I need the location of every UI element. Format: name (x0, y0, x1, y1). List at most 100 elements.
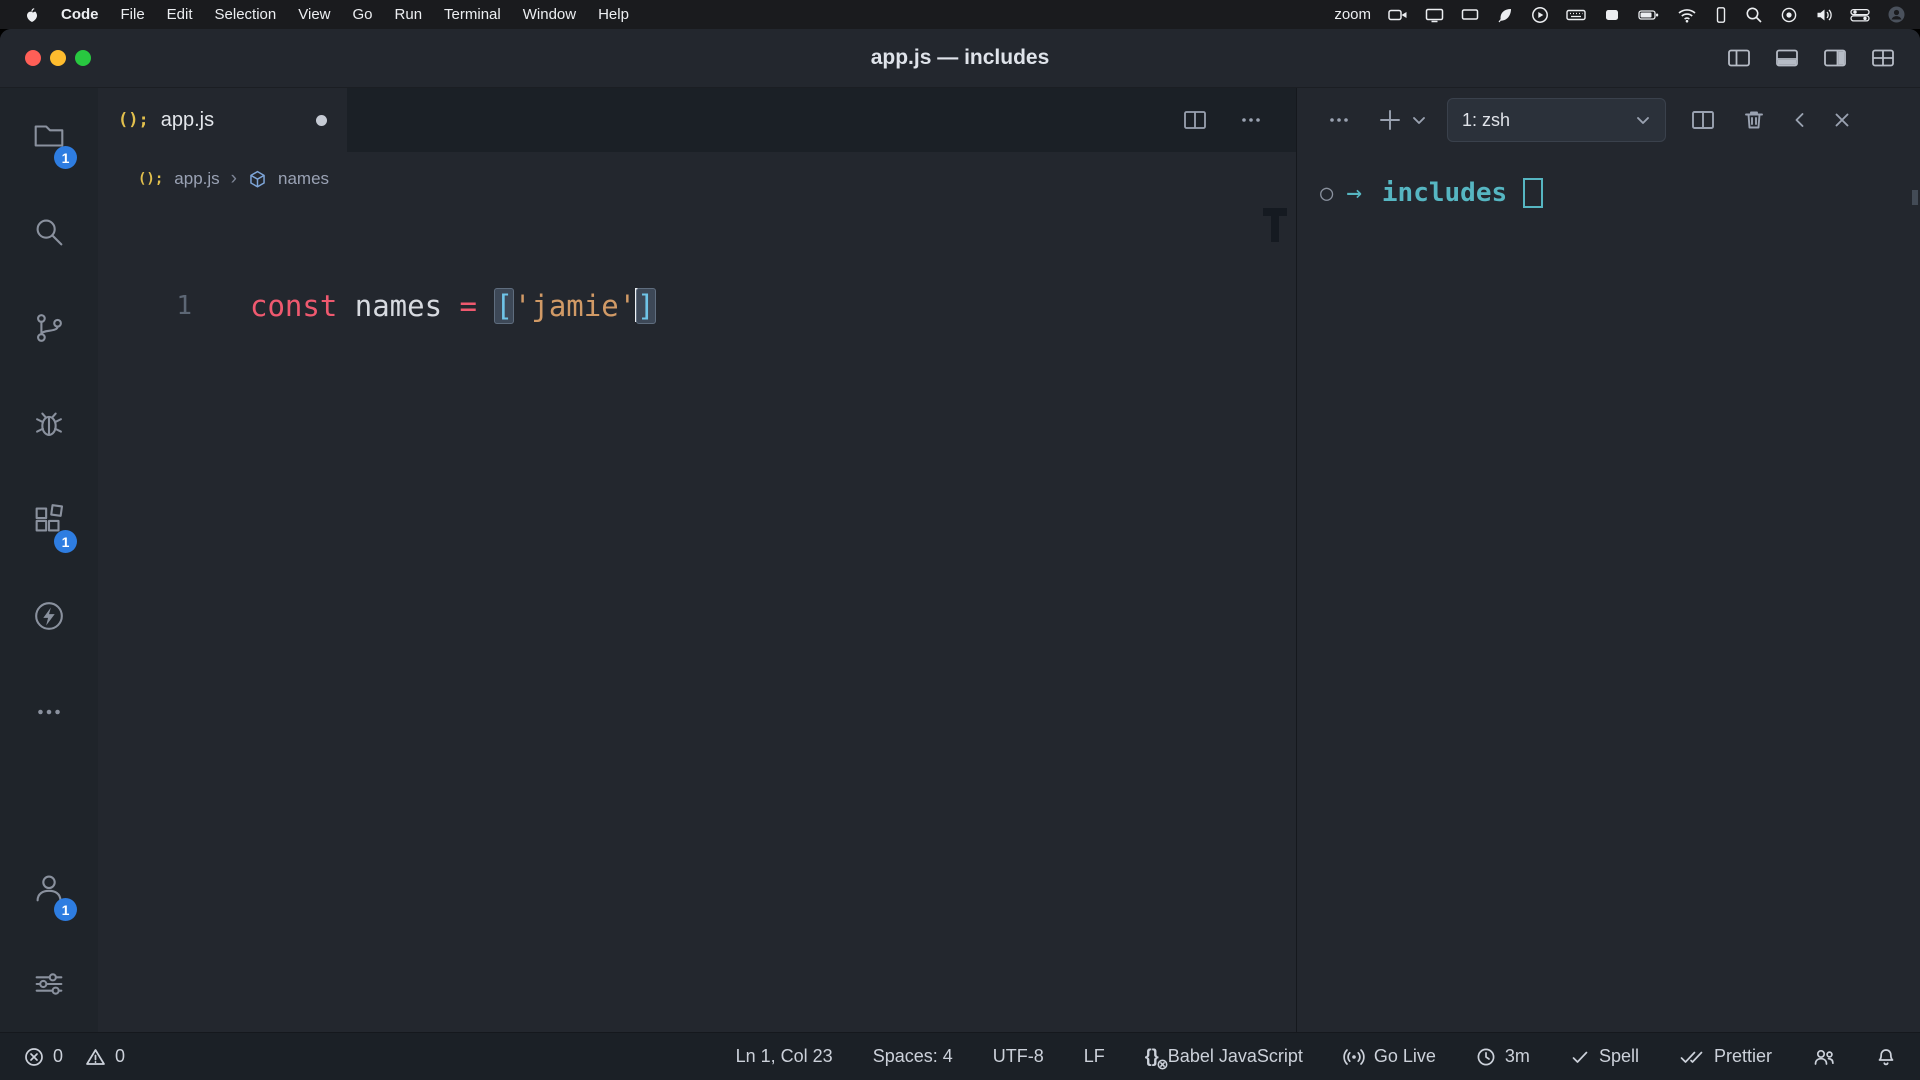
encoding[interactable]: UTF-8 (993, 1046, 1044, 1067)
menu-window[interactable]: Window (512, 6, 587, 23)
zoom-menu-label[interactable]: zoom (1334, 6, 1371, 23)
eol-sequence[interactable]: LF (1084, 1046, 1105, 1067)
activity-settings[interactable] (0, 936, 98, 1032)
code-editor[interactable]: 1 const names = ['jamie'] (98, 206, 1296, 1032)
video-camera-icon[interactable] (1388, 6, 1408, 24)
breadcrumb-file[interactable]: app.js (174, 169, 219, 189)
control-center-icon[interactable] (1850, 6, 1870, 24)
problems-status[interactable]: 0 0 (24, 1046, 125, 1067)
activity-accounts[interactable]: 1 (0, 840, 98, 936)
zoom-window-button[interactable] (75, 50, 91, 66)
display-mirror-icon[interactable] (1425, 6, 1444, 24)
search-icon[interactable] (1745, 6, 1763, 24)
lightning-icon (30, 597, 68, 635)
activity-bar: 1 1 1 (0, 88, 98, 1032)
tab-app-js[interactable]: (); app.js (98, 88, 347, 152)
token-variable: names (355, 289, 460, 323)
split-terminal-icon[interactable] (1690, 108, 1716, 132)
menubar-left: Code File Edit Selection View Go Run Ter… (14, 6, 640, 23)
toggle-panel-icon[interactable] (1774, 46, 1800, 70)
javascript-file-icon: (); (118, 110, 149, 130)
tv-icon[interactable] (1461, 6, 1479, 24)
menu-run[interactable]: Run (384, 6, 434, 23)
spell-checker[interactable]: Spell (1570, 1046, 1639, 1067)
explorer-badge: 1 (54, 146, 77, 169)
go-live-button[interactable]: Go Live (1343, 1046, 1436, 1067)
window-title: app.js — includes (0, 46, 1920, 70)
apple-menu-icon[interactable] (14, 7, 50, 23)
language-mode[interactable]: {} Babel JavaScript (1145, 1046, 1303, 1067)
terminal-prompt-line: ○ → includes (1320, 178, 1920, 208)
screen-record-icon[interactable] (1780, 6, 1798, 24)
terminal-shell-select[interactable]: 1: zsh (1447, 98, 1666, 142)
terminal-more-actions-icon[interactable] (1327, 108, 1351, 132)
chevron-down-icon (1635, 112, 1651, 128)
leaf-icon[interactable] (1496, 6, 1514, 24)
terminal-panel: 1: zsh ○ → includes (1296, 88, 1920, 1032)
activity-more[interactable] (0, 664, 98, 760)
activity-run-debug[interactable] (0, 376, 98, 472)
terminal-scrollbar[interactable] (1912, 190, 1918, 205)
menu-help[interactable]: Help (587, 6, 640, 23)
editor-tabbar: (); app.js (98, 88, 1296, 152)
notifications-bell-icon[interactable] (1876, 1047, 1896, 1067)
minimap[interactable] (1262, 208, 1288, 242)
window-titlebar[interactable]: app.js — includes (0, 29, 1920, 88)
cursor-position[interactable]: Ln 1, Col 23 (736, 1046, 833, 1067)
stage-manager-icon[interactable] (1603, 6, 1621, 24)
accounts-people-icon[interactable] (1812, 1047, 1836, 1067)
ellipsis-icon (30, 693, 68, 731)
timer-item[interactable]: 3m (1476, 1046, 1530, 1067)
play-circle-icon[interactable] (1531, 6, 1549, 24)
terminal-content[interactable]: ○ → includes (1297, 152, 1920, 1032)
vscode-window: app.js — includes 1 1 (0, 29, 1920, 1080)
check-icon (1570, 1047, 1590, 1067)
breadcrumb: (); app.js › names (98, 152, 1296, 206)
activity-explorer[interactable]: 1 (0, 88, 98, 184)
menu-file[interactable]: File (110, 6, 156, 23)
wifi-icon[interactable] (1677, 6, 1697, 24)
new-terminal-dropdown-icon[interactable] (1411, 112, 1427, 128)
go-live-label: Go Live (1374, 1046, 1436, 1067)
shell-select-value: 1: zsh (1462, 110, 1510, 131)
macos-menubar: Code File Edit Selection View Go Run Ter… (0, 0, 1920, 29)
git-branch-icon (30, 309, 68, 347)
editor-more-actions-icon[interactable] (1238, 108, 1264, 132)
menu-view[interactable]: View (287, 6, 341, 23)
activity-extensions[interactable]: 1 (0, 472, 98, 568)
indentation[interactable]: Spaces: 4 (873, 1046, 953, 1067)
breadcrumb-symbol[interactable]: names (278, 169, 329, 189)
menu-edit[interactable]: Edit (156, 6, 204, 23)
mobile-phone-icon[interactable] (1714, 6, 1728, 24)
tab-label: app.js (161, 109, 214, 132)
symbol-cube-icon (248, 170, 267, 189)
panel-chevron-left-icon[interactable] (1790, 110, 1810, 130)
user-circle-icon[interactable] (1887, 5, 1906, 24)
prettier-label: Prettier (1714, 1046, 1772, 1067)
kill-terminal-icon[interactable] (1742, 108, 1766, 132)
split-editor-icon[interactable] (1182, 108, 1208, 132)
warnings-item[interactable]: 0 (85, 1046, 125, 1067)
toggle-secondary-sidebar-icon[interactable] (1822, 46, 1848, 70)
modified-dot-icon[interactable] (316, 115, 327, 126)
errors-item[interactable]: 0 (24, 1046, 63, 1067)
menu-app-name[interactable]: Code (50, 6, 110, 23)
battery-icon[interactable] (1638, 6, 1660, 24)
activity-thunder-client[interactable] (0, 568, 98, 664)
menu-selection[interactable]: Selection (204, 6, 288, 23)
customize-layout-icon[interactable] (1870, 46, 1896, 70)
menu-go[interactable]: Go (342, 6, 384, 23)
editor-group: (); app.js (); app.js › names 1 (98, 88, 1296, 1032)
token-string: 'jamie' (514, 289, 636, 323)
activity-source-control[interactable] (0, 280, 98, 376)
close-window-button[interactable] (25, 50, 41, 66)
prettier-formatter[interactable]: Prettier (1679, 1046, 1772, 1067)
volume-icon[interactable] (1815, 6, 1833, 24)
keyboard-icon[interactable] (1566, 6, 1586, 24)
close-panel-icon[interactable] (1832, 110, 1852, 130)
minimize-window-button[interactable] (50, 50, 66, 66)
toggle-sidebar-icon[interactable] (1726, 46, 1752, 70)
activity-search[interactable] (0, 184, 98, 280)
menu-terminal[interactable]: Terminal (433, 6, 512, 23)
new-terminal-icon[interactable] (1377, 107, 1403, 133)
